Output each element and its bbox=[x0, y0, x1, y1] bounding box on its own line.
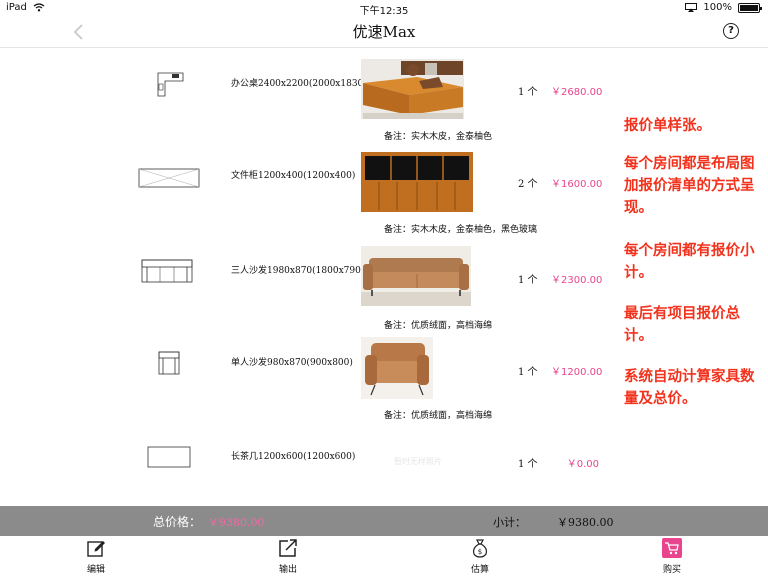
item-note: 备注：优质绒面，高档海绵 bbox=[384, 411, 493, 421]
money-bag-icon: $ bbox=[472, 539, 488, 558]
item-note: 备注：实木木皮，金泰柚色，黑色玻璃 bbox=[384, 225, 538, 235]
item-photo bbox=[361, 246, 471, 306]
list-item: 三人沙发1980x870(1800x790) 1 个 ￥2300.00 备注：优… bbox=[0, 236, 603, 331]
item-quantity: 1 个 bbox=[518, 87, 538, 98]
subtotal-label: 小计： bbox=[493, 516, 526, 529]
cart-icon bbox=[662, 538, 682, 558]
annotation-layout: 每个房间都是布局图加报价清单的方式呈现。 bbox=[624, 156, 755, 216]
item-price: ￥2300.00 bbox=[551, 275, 603, 286]
desk-plan-icon bbox=[157, 72, 184, 97]
item-name: 长茶几1200x600(1200x600) bbox=[231, 452, 356, 462]
subtotal-value: ￥9380.00 bbox=[557, 516, 614, 529]
edit-icon bbox=[87, 541, 105, 557]
status-time: 下午12:35 bbox=[359, 6, 409, 17]
list-item: 长茶几1200x600(1200x600) 暂时无样照片 1 个 ￥0.00 bbox=[0, 424, 600, 506]
annotation-auto-calc: 系统自动计算家具数量及总价。 bbox=[624, 369, 755, 407]
item-quantity: 1 个 bbox=[518, 275, 538, 286]
item-quantity: 1 个 bbox=[518, 459, 538, 470]
battery-icon bbox=[738, 2, 762, 13]
tab-estimate-label: 估算 bbox=[470, 565, 489, 575]
coffee-table-plan-icon bbox=[147, 446, 191, 468]
item-quantity: 2 个 bbox=[518, 179, 538, 190]
tab-bar: 编辑 输出 $ 估算 购买 bbox=[0, 536, 768, 576]
status-right: 100% bbox=[685, 2, 762, 13]
annotation-sample: 报价单样张。 bbox=[624, 118, 711, 134]
annotation-room-subtotal: 每个房间都有报价小计。 bbox=[624, 243, 755, 281]
list-item: 文件柜1200x400(1200x400) 2 个 ￥1600.00 备注：实木… bbox=[0, 144, 603, 236]
item-photo bbox=[361, 152, 473, 212]
item-note: 备注：优质绒面，高档海绵 bbox=[384, 321, 493, 331]
item-name: 办公桌2400x2200(2000x1830) bbox=[231, 79, 367, 89]
tab-edit[interactable]: 编辑 bbox=[66, 538, 126, 575]
list-item: 单人沙发980x870(900x800) 1 个 ￥1200.00 备注：优质绒… bbox=[0, 331, 603, 424]
svg-text:$: $ bbox=[478, 548, 482, 556]
item-price: ￥1200.00 bbox=[551, 367, 603, 378]
annotation-project-total: 最后有项目报价总计。 bbox=[624, 306, 740, 344]
item-photo bbox=[361, 337, 433, 399]
cabinet-plan-icon bbox=[138, 168, 200, 188]
help-button[interactable]: ? bbox=[723, 23, 739, 39]
photo-placeholder: 暂时无样照片 bbox=[394, 457, 442, 466]
battery-percent: 100% bbox=[703, 2, 732, 13]
tab-estimate[interactable]: $ 估算 bbox=[450, 538, 510, 575]
tab-buy[interactable]: 购买 bbox=[642, 538, 702, 575]
tab-export[interactable]: 输出 bbox=[258, 538, 318, 575]
item-name: 文件柜1200x400(1200x400) bbox=[231, 171, 356, 181]
item-photo bbox=[361, 59, 464, 119]
tab-edit-label: 编辑 bbox=[86, 565, 105, 575]
item-quantity: 1 个 bbox=[518, 367, 538, 378]
tab-export-label: 输出 bbox=[278, 565, 297, 575]
tab-buy-label: 购买 bbox=[662, 565, 681, 575]
quote-list: 办公桌2400x2200(2000x1830) 1 个 ￥2680.00 备注：… bbox=[0, 48, 603, 506]
total-bar: 总价格： ￥9380.00 小计： ￥9380.00 bbox=[0, 506, 768, 536]
page-title: 优速Max bbox=[352, 23, 416, 41]
item-price: ￥1600.00 bbox=[551, 179, 603, 190]
status-bar: iPad 下午12:35 100% bbox=[0, 0, 768, 17]
total-price-value: ￥9380.00 bbox=[208, 516, 265, 529]
sofa-plan-icon bbox=[141, 259, 193, 283]
item-price: ￥2680.00 bbox=[551, 87, 603, 98]
item-name: 三人沙发1980x870(1800x790) bbox=[231, 266, 365, 276]
total-price-label: 总价格： bbox=[153, 515, 202, 529]
item-note: 备注：实木木皮，金泰柚色 bbox=[384, 132, 493, 142]
nav-bar: 优速Max ? bbox=[0, 16, 768, 48]
item-name: 单人沙发980x870(900x800) bbox=[231, 358, 353, 368]
item-price: ￥0.00 bbox=[566, 459, 599, 470]
armchair-plan-icon bbox=[158, 351, 180, 375]
airplay-icon bbox=[685, 3, 698, 12]
list-item: 办公桌2400x2200(2000x1830) 1 个 ￥2680.00 备注：… bbox=[0, 48, 603, 144]
export-icon bbox=[279, 539, 297, 557]
